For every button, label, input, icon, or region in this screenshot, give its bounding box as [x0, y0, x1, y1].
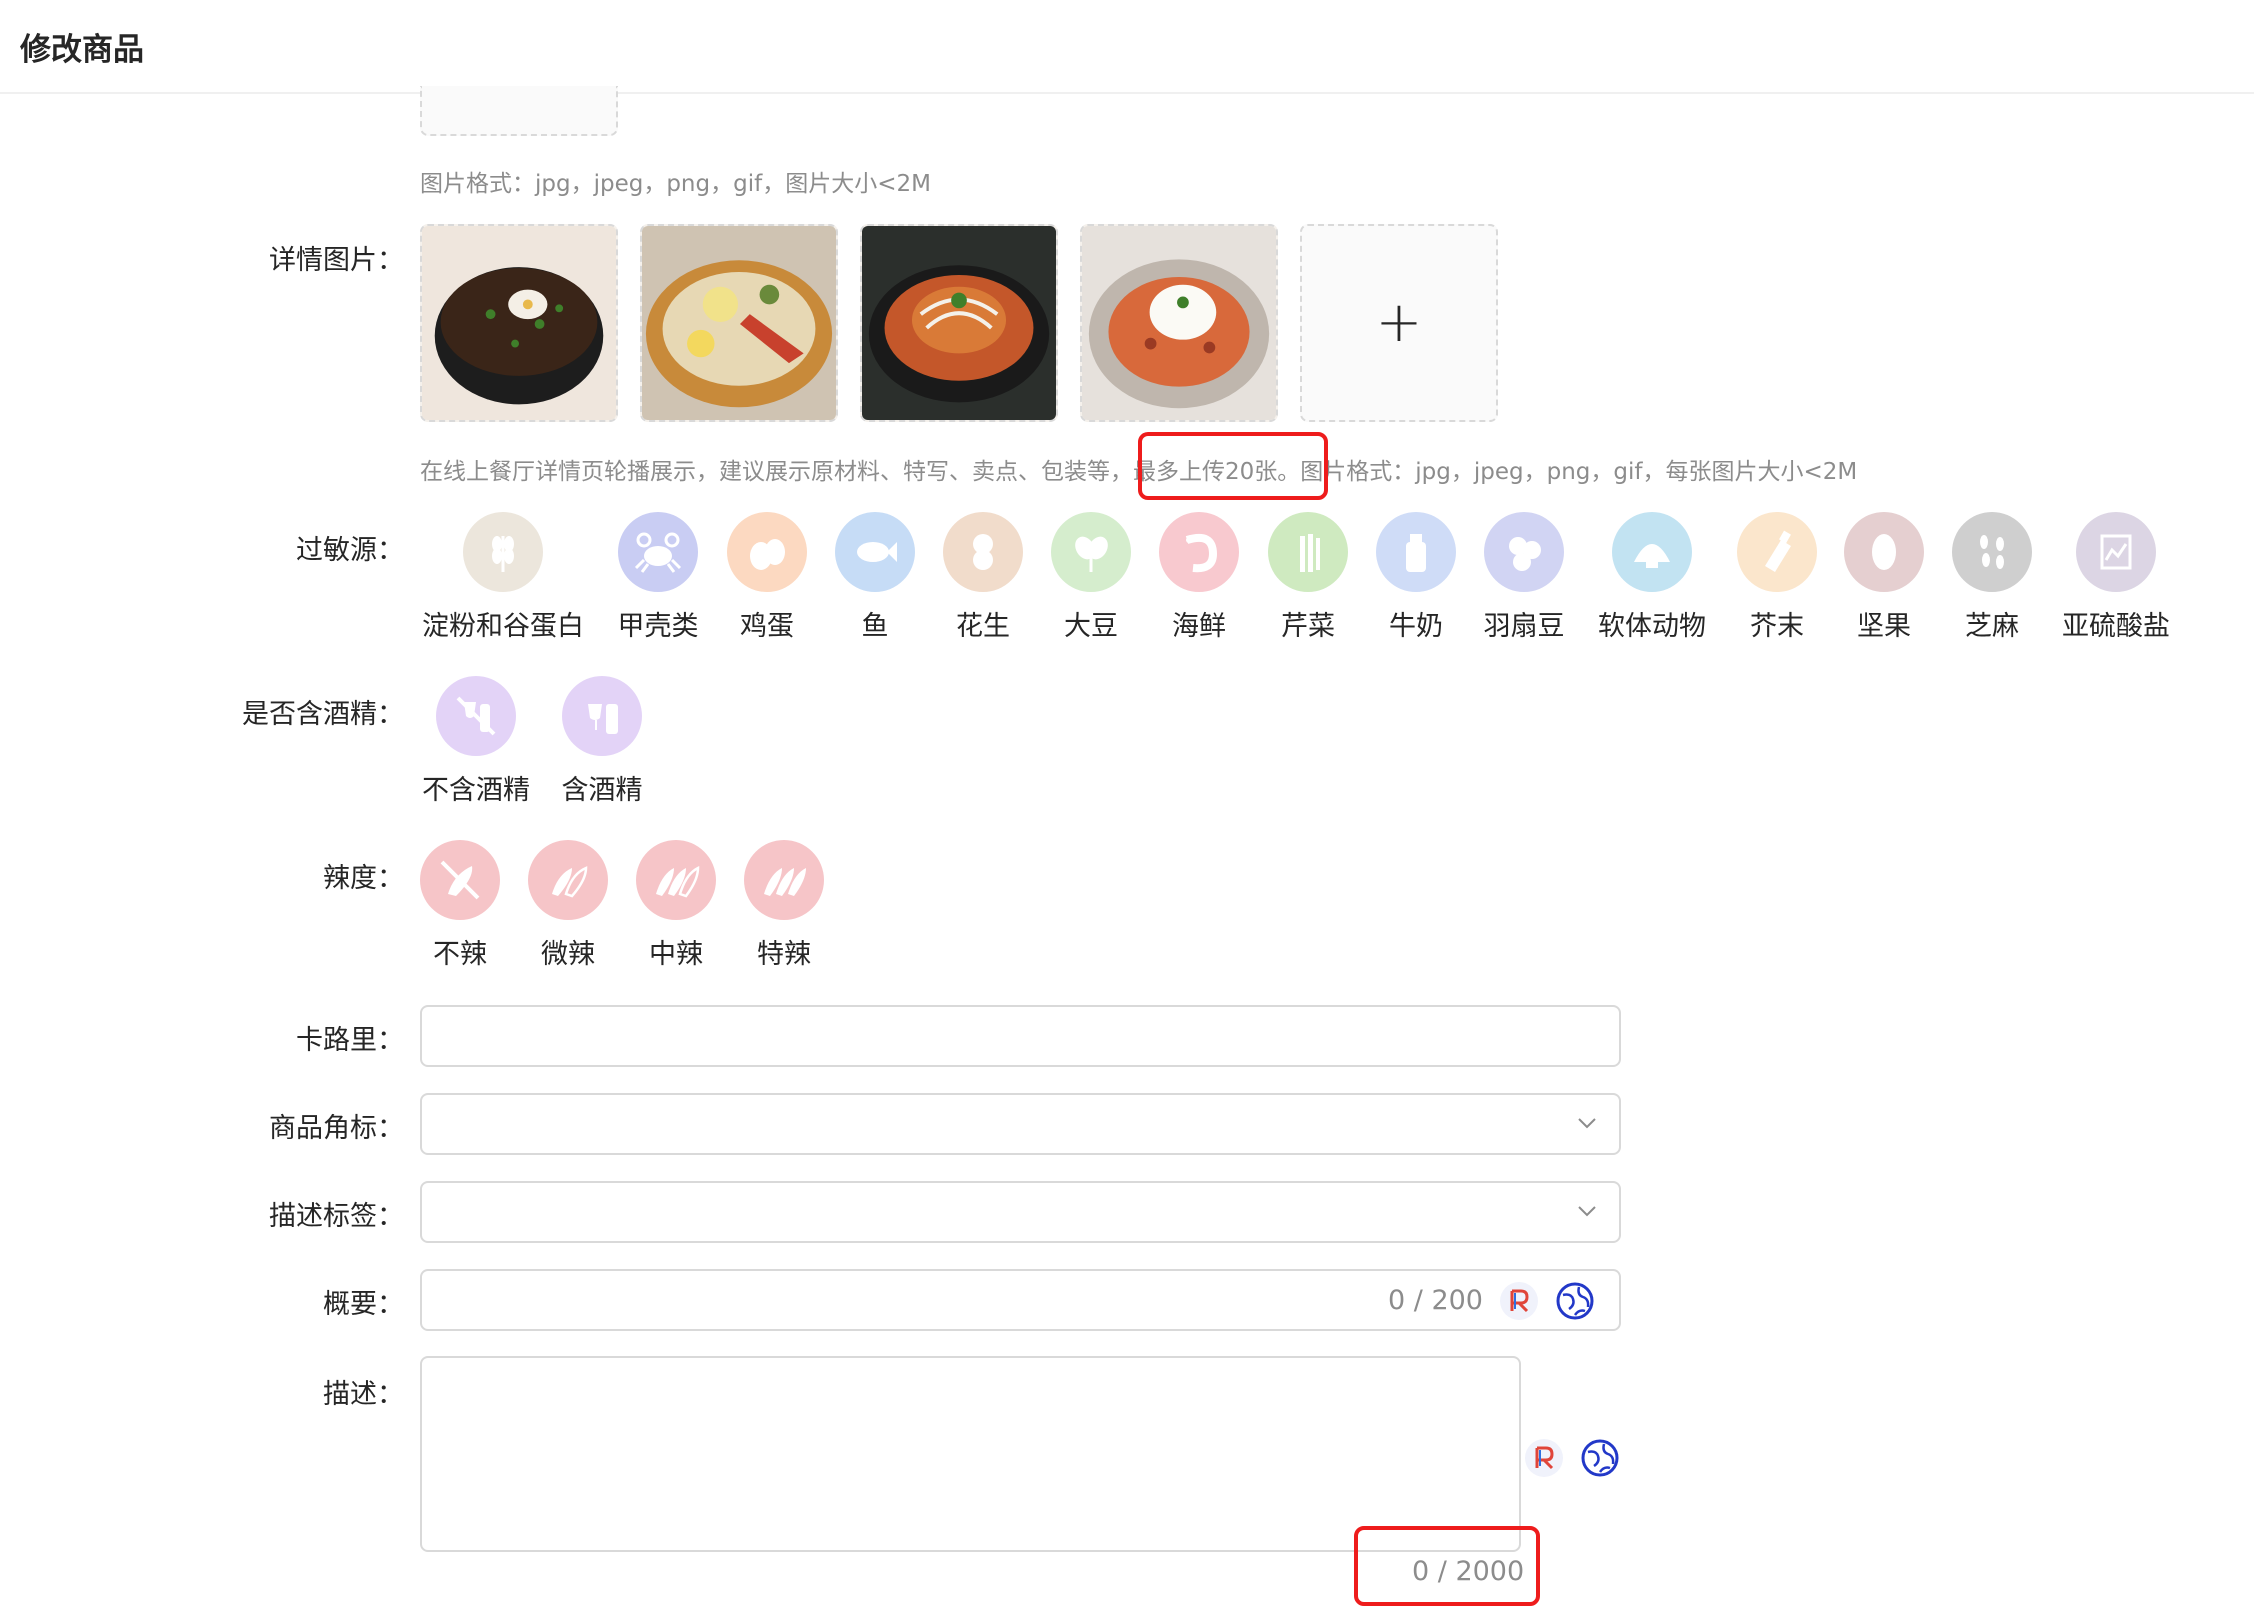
sesame-icon: [1980, 535, 2004, 569]
description-textarea[interactable]: [420, 1356, 1521, 1552]
summary-label: 概要：: [323, 1289, 404, 1320]
alcohol-option-label: 不含酒精: [422, 775, 530, 806]
detail-image-2[interactable]: [640, 224, 838, 422]
allergens-option-circle: [1844, 512, 1924, 592]
wheat-icon: [492, 536, 514, 572]
desc-tag-label: 描述标签：: [269, 1201, 404, 1232]
spiciness-option-circle: [528, 840, 608, 920]
allergens-option-circle: [1268, 512, 1348, 592]
curry-rice-image: [1082, 226, 1276, 420]
spiciness-option-circle: [636, 840, 716, 920]
chevron-down-icon: [1578, 1118, 1596, 1129]
alcohol-label: 是否含酒精：: [242, 699, 404, 730]
hint-part-2: 图片格式：jpg，jpeg，png，gif，每张图片大小<2M: [1300, 459, 1858, 485]
plus-icon: +: [1375, 290, 1423, 355]
alcohol-option-circle: [562, 676, 642, 756]
celery-icon: [1300, 534, 1320, 572]
calories-input[interactable]: [420, 1005, 1621, 1067]
allergens-option-circle: [1952, 512, 2032, 592]
highlight-box-max-upload: [1138, 432, 1328, 500]
alcohol-option[interactable]: 含酒精: [537, 676, 667, 807]
lupin-icon: [1509, 537, 1541, 571]
allergens-option-label: 芝麻: [1965, 611, 2019, 642]
allergens-option-circle: [1737, 512, 1817, 592]
fish-icon: [857, 542, 897, 562]
nut-icon: [1872, 534, 1896, 570]
corner-tag-label: 商品角标：: [269, 1113, 404, 1144]
medium-spicy-icon: [656, 865, 700, 898]
seafood-plate-image: [642, 226, 836, 420]
allergens-option-circle: [1159, 512, 1239, 592]
spiciness-option-label: 特辣: [757, 939, 811, 970]
peanut-icon: [973, 534, 993, 570]
spiciness-option[interactable]: 特辣: [719, 840, 849, 971]
page-header: 修改商品: [0, 0, 2254, 94]
allergens-option-label: 亚硫酸盐: [2062, 611, 2170, 642]
alcohol-icon: [588, 704, 618, 734]
allergens-option-label: 软体动物: [1598, 611, 1706, 642]
omurice-image: [862, 226, 1056, 420]
mild-spicy-icon: [552, 866, 588, 898]
alcohol-option-label: 含酒精: [561, 775, 643, 806]
shell-icon: [1634, 544, 1670, 568]
crab-icon: [634, 532, 682, 573]
detail-image-4[interactable]: [1080, 224, 1278, 422]
alcohol-option-circle: [436, 676, 516, 756]
corner-tag-select[interactable]: [420, 1093, 1621, 1155]
allergens-option-circle: [835, 512, 915, 592]
alcohol-option[interactable]: 不含酒精: [411, 676, 541, 807]
ai-write-icon[interactable]: [1524, 1438, 1564, 1478]
upload-image-button[interactable]: +: [1300, 224, 1498, 422]
allergens-option-label: 羽扇豆: [1483, 611, 1565, 642]
calories-label: 卡路里：: [296, 1025, 404, 1056]
summary-counter: 0 / 200: [1388, 1285, 1483, 1316]
translate-globe-icon[interactable]: [1580, 1438, 1620, 1478]
allergens-option-circle: [1484, 512, 1564, 592]
allergens-option-circle: [1612, 512, 1692, 592]
detail-image-3[interactable]: [860, 224, 1058, 422]
allergens-option[interactable]: 软体动物: [1582, 512, 1722, 643]
translate-globe-icon[interactable]: [1555, 1281, 1595, 1321]
no-alcohol-icon: [456, 696, 496, 736]
summary-input[interactable]: 0 / 200: [420, 1269, 1621, 1331]
highlight-box-description-counter: [1354, 1526, 1540, 1606]
main-image-hint: 图片格式：jpg，jpeg，png，gif，图片大小<2M: [420, 171, 931, 197]
allergens-option[interactable]: 芝麻: [1927, 512, 2057, 643]
extra-spicy-icon: [764, 868, 806, 896]
ai-write-icon[interactable]: [1499, 1281, 1539, 1321]
spiciness-option-circle: [420, 840, 500, 920]
shrimp-icon: [1185, 533, 1218, 573]
detail-images-label: 详情图片：: [269, 245, 404, 276]
soybean-icon: [1075, 536, 1108, 572]
allergens-label: 过敏源：: [296, 535, 404, 566]
allergens-option[interactable]: 淀粉和谷蛋白: [413, 512, 593, 643]
milk-icon: [1406, 534, 1426, 572]
page-title: 修改商品: [20, 32, 144, 68]
sulfite-icon: [2100, 534, 2132, 570]
allergens-option-circle: [1051, 512, 1131, 592]
main-image-slot[interactable]: [420, 86, 618, 136]
spiciness-option-circle: [744, 840, 824, 920]
hint-part-1: 在线上餐厅详情页轮播展示，建议展示原材料、特写、卖点、包装等: [420, 459, 1110, 485]
description-label: 描述：: [323, 1379, 404, 1410]
allergens-option-circle: [2076, 512, 2156, 592]
mustard-icon: [1765, 530, 1791, 572]
allergens-option[interactable]: 羽扇豆: [1459, 512, 1589, 643]
allergens-option-circle: [1376, 512, 1456, 592]
egg-icon: [750, 539, 785, 570]
not-spicy-icon: [440, 860, 480, 900]
allergens-option-label: 淀粉和谷蛋白: [422, 611, 584, 642]
allergens-option[interactable]: 亚硫酸盐: [2046, 512, 2186, 643]
chevron-down-icon: [1578, 1206, 1596, 1217]
allergens-option-circle: [727, 512, 807, 592]
detail-image-1[interactable]: [420, 224, 618, 422]
allergens-option-circle: [943, 512, 1023, 592]
desc-tag-select[interactable]: [420, 1181, 1621, 1243]
spiciness-label: 辣度：: [323, 863, 404, 894]
allergens-option-circle: [463, 512, 543, 592]
allergens-option-circle: [618, 512, 698, 592]
beef-bowl-image: [422, 226, 616, 420]
